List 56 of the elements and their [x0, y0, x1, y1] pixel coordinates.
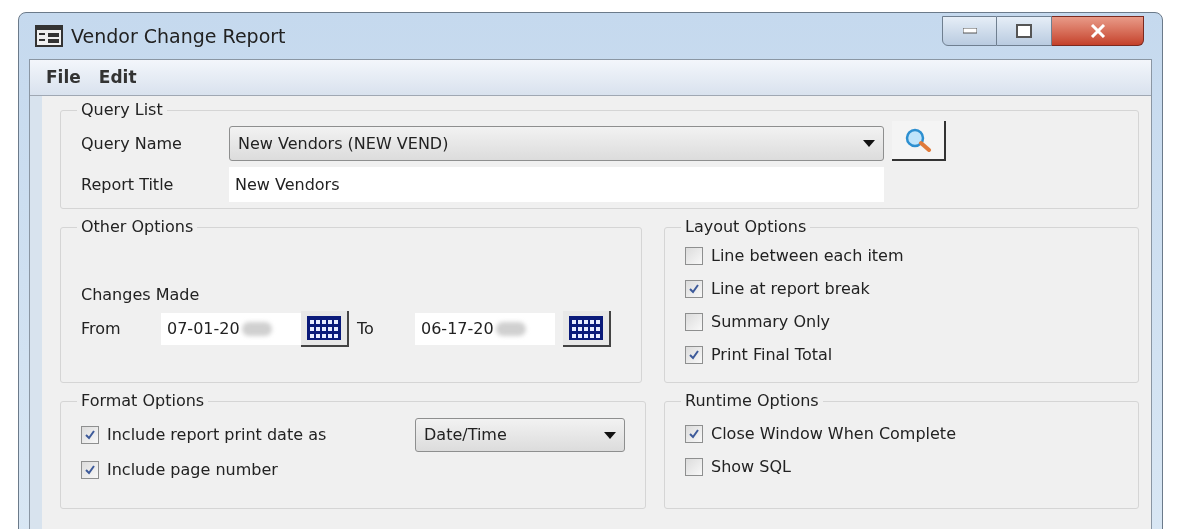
- menu-item[interactable]: File: [38, 64, 89, 91]
- calendar-button[interactable]: [563, 311, 611, 347]
- checkbox-label: Include report print date as: [107, 424, 328, 446]
- checkbox[interactable]: [685, 279, 703, 298]
- group-title: Query List: [80, 99, 164, 121]
- maximize-icon: [1016, 24, 1032, 38]
- field-label: Report Title: [81, 173, 175, 196]
- to-date-field[interactable]: 06-17-20: [415, 313, 555, 345]
- blurred-text: [495, 322, 526, 336]
- window-title: Vendor Change Report: [71, 23, 286, 49]
- checkmark-icon: [84, 463, 96, 476]
- minimize-button[interactable]: [942, 16, 997, 46]
- menu-item[interactable]: Edit: [90, 64, 145, 91]
- search-button[interactable]: [892, 120, 946, 161]
- checkbox-label: Summary Only: [711, 310, 831, 333]
- report-title-field[interactable]: New Vendors: [229, 167, 884, 202]
- group-title: Format Options: [80, 390, 206, 412]
- from-date-field[interactable]: 07-01-20: [161, 313, 301, 345]
- checkbox-label: Line between each item: [711, 244, 904, 267]
- checkbox[interactable]: [81, 460, 99, 479]
- section-label: Changes Made: [81, 284, 201, 306]
- minimize-icon: [962, 28, 977, 34]
- date-format-dropdown[interactable]: Date/Time: [415, 418, 625, 452]
- window-icon: [35, 25, 63, 47]
- maximize-button[interactable]: [997, 16, 1052, 46]
- checkbox[interactable]: [685, 457, 703, 476]
- field-label: To: [356, 318, 375, 340]
- group-title: Runtime Options: [684, 390, 820, 412]
- calendar-button[interactable]: [301, 311, 349, 347]
- calendar-icon: [307, 316, 341, 340]
- field-label: From: [81, 318, 122, 340]
- checkbox-label: Line at report break: [711, 277, 870, 300]
- checkmark-icon: [688, 348, 700, 361]
- dropdown-caret-icon: [604, 431, 616, 439]
- dropdown-caret-icon: [863, 140, 875, 147]
- search-icon: [904, 127, 932, 152]
- group-title: Layout Options: [684, 216, 808, 238]
- checkbox-label: Print Final Total: [711, 343, 833, 366]
- checkbox-label: Include page number: [107, 458, 278, 481]
- blurred-text: [241, 322, 272, 336]
- field-label: Query Name: [81, 132, 183, 155]
- close-icon: [1089, 24, 1106, 38]
- checkbox-label: Close Window When Complete: [711, 422, 956, 445]
- checkmark-icon: [688, 427, 700, 440]
- checkbox[interactable]: [685, 424, 703, 443]
- checkbox[interactable]: [685, 312, 703, 331]
- checkbox-label: Show SQL: [711, 455, 791, 478]
- close-button[interactable]: [1052, 16, 1144, 46]
- checkmark-icon: [688, 282, 700, 295]
- group-title: Other Options: [80, 216, 195, 238]
- checkmark-icon: [84, 429, 96, 441]
- checkbox[interactable]: [685, 345, 703, 364]
- checkbox[interactable]: [685, 246, 703, 265]
- checkbox[interactable]: [81, 426, 99, 444]
- calendar-icon: [569, 316, 603, 340]
- query-name-dropdown[interactable]: New Vendors (NEW VEND): [229, 126, 884, 161]
